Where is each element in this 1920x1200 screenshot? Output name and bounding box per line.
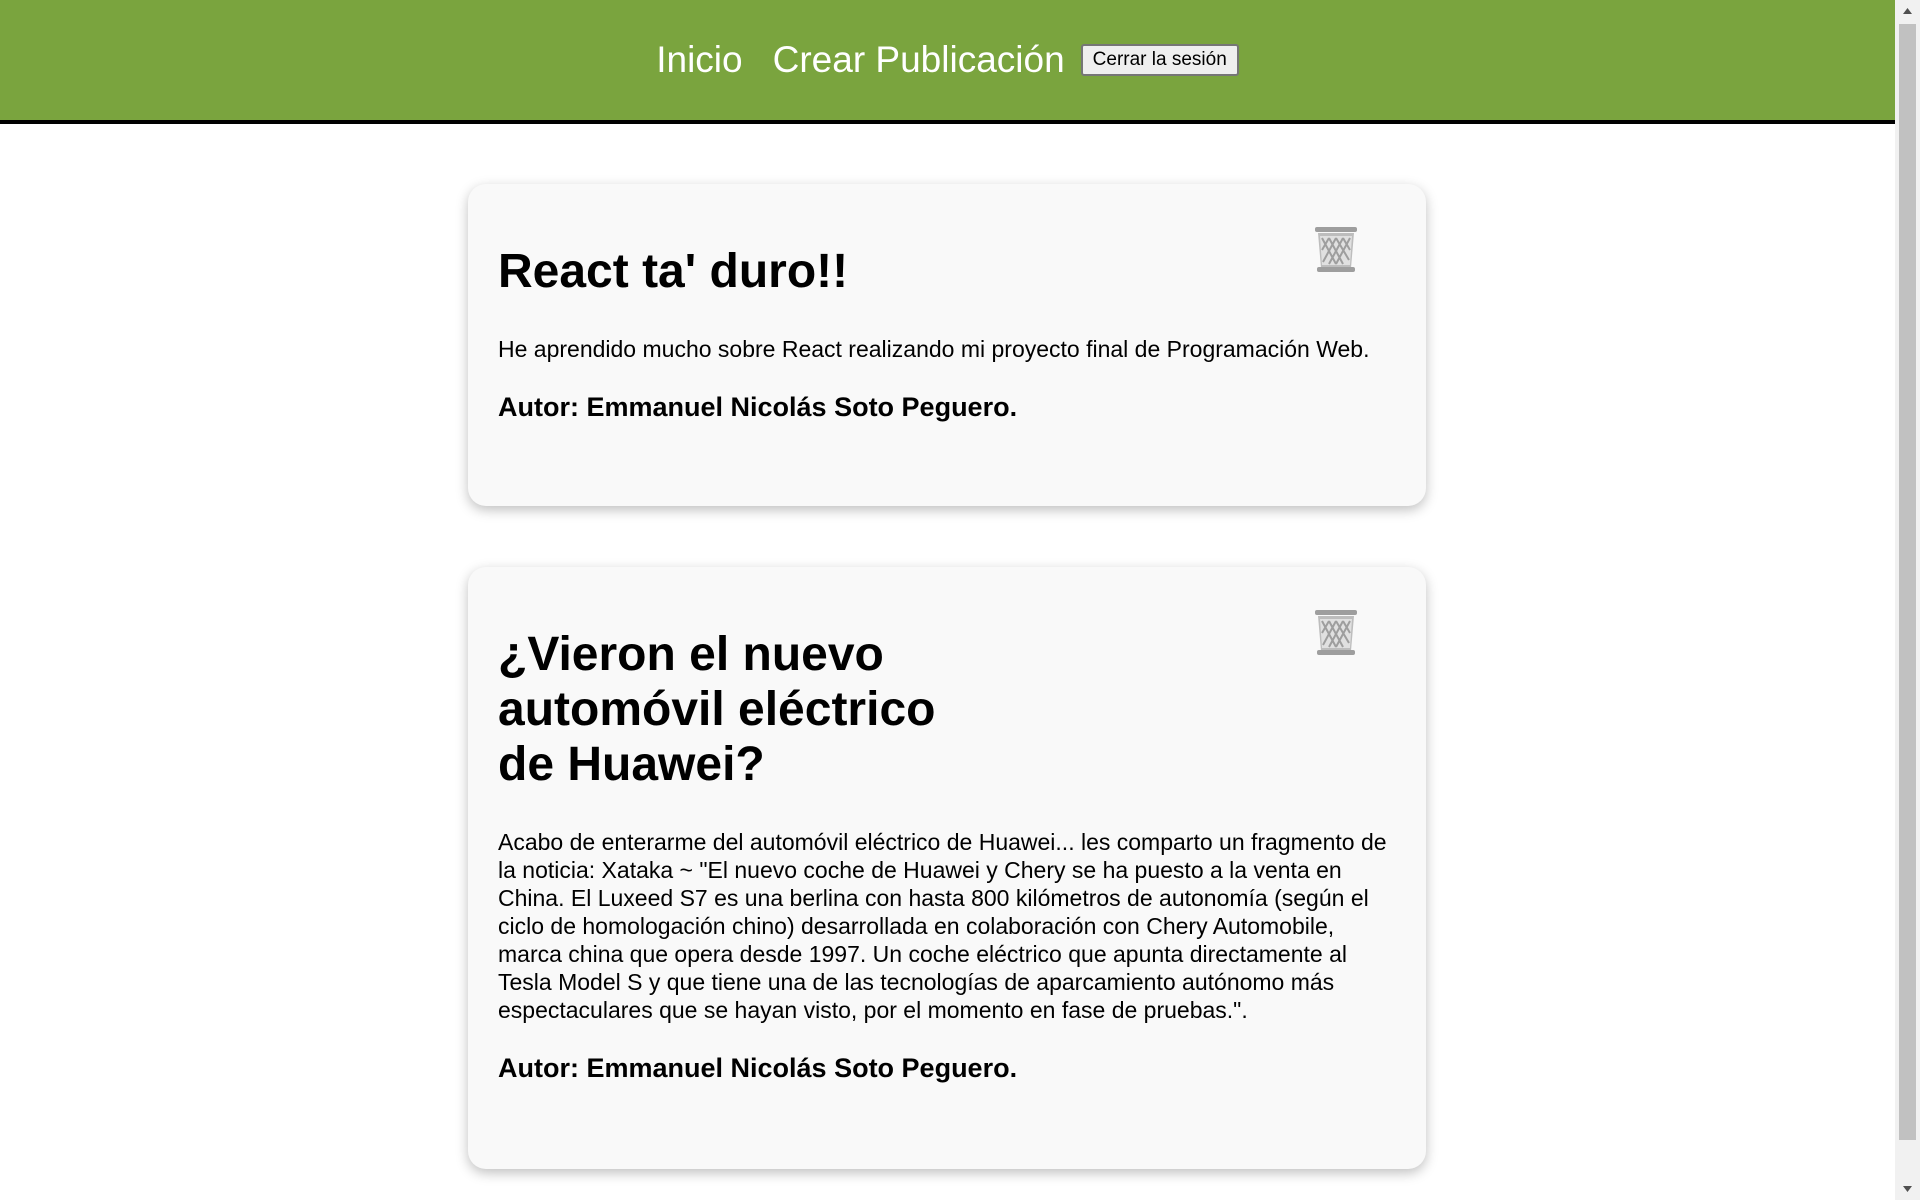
scrollbar-thumb[interactable] (1899, 24, 1916, 1140)
nav-link-home[interactable]: Inicio (656, 39, 742, 81)
delete-post-button[interactable] (1312, 607, 1360, 657)
post-body: He aprendido mucho sobre React realizand… (498, 336, 1370, 362)
scroll-down-arrow-icon[interactable] (1895, 1178, 1920, 1200)
top-navbar: Inicio Crear Publicación Cerrar la sesió… (0, 0, 1895, 124)
post-body: Acabo de enterarme del automóvil eléctri… (498, 829, 1387, 1023)
scroll-up-arrow-icon[interactable] (1895, 0, 1920, 22)
vertical-scrollbar[interactable] (1895, 0, 1920, 1200)
post-card: ¿Vieron el nuevo automóvil eléctrico de … (468, 567, 1426, 1169)
trash-icon (1315, 610, 1357, 655)
post-title: ¿Vieron el nuevo automóvil eléctrico de … (498, 628, 936, 791)
post-card: React ta' duro!! He aprendido mucho sobr… (468, 184, 1426, 506)
post-author: Autor: Emmanuel Nicolás Soto Peguero. (498, 1053, 1018, 1083)
delete-post-button[interactable] (1312, 224, 1360, 274)
nav-link-create-post[interactable]: Crear Publicación (773, 39, 1065, 81)
trash-icon (1315, 227, 1357, 272)
post-author: Autor: Emmanuel Nicolás Soto Peguero. (498, 392, 1018, 422)
posts-feed: React ta' duro!! He aprendido mucho sobr… (0, 124, 1895, 1200)
app-viewport: Inicio Crear Publicación Cerrar la sesió… (0, 0, 1920, 1200)
logout-button[interactable]: Cerrar la sesión (1080, 44, 1239, 76)
post-title: React ta' duro!! (498, 245, 849, 298)
